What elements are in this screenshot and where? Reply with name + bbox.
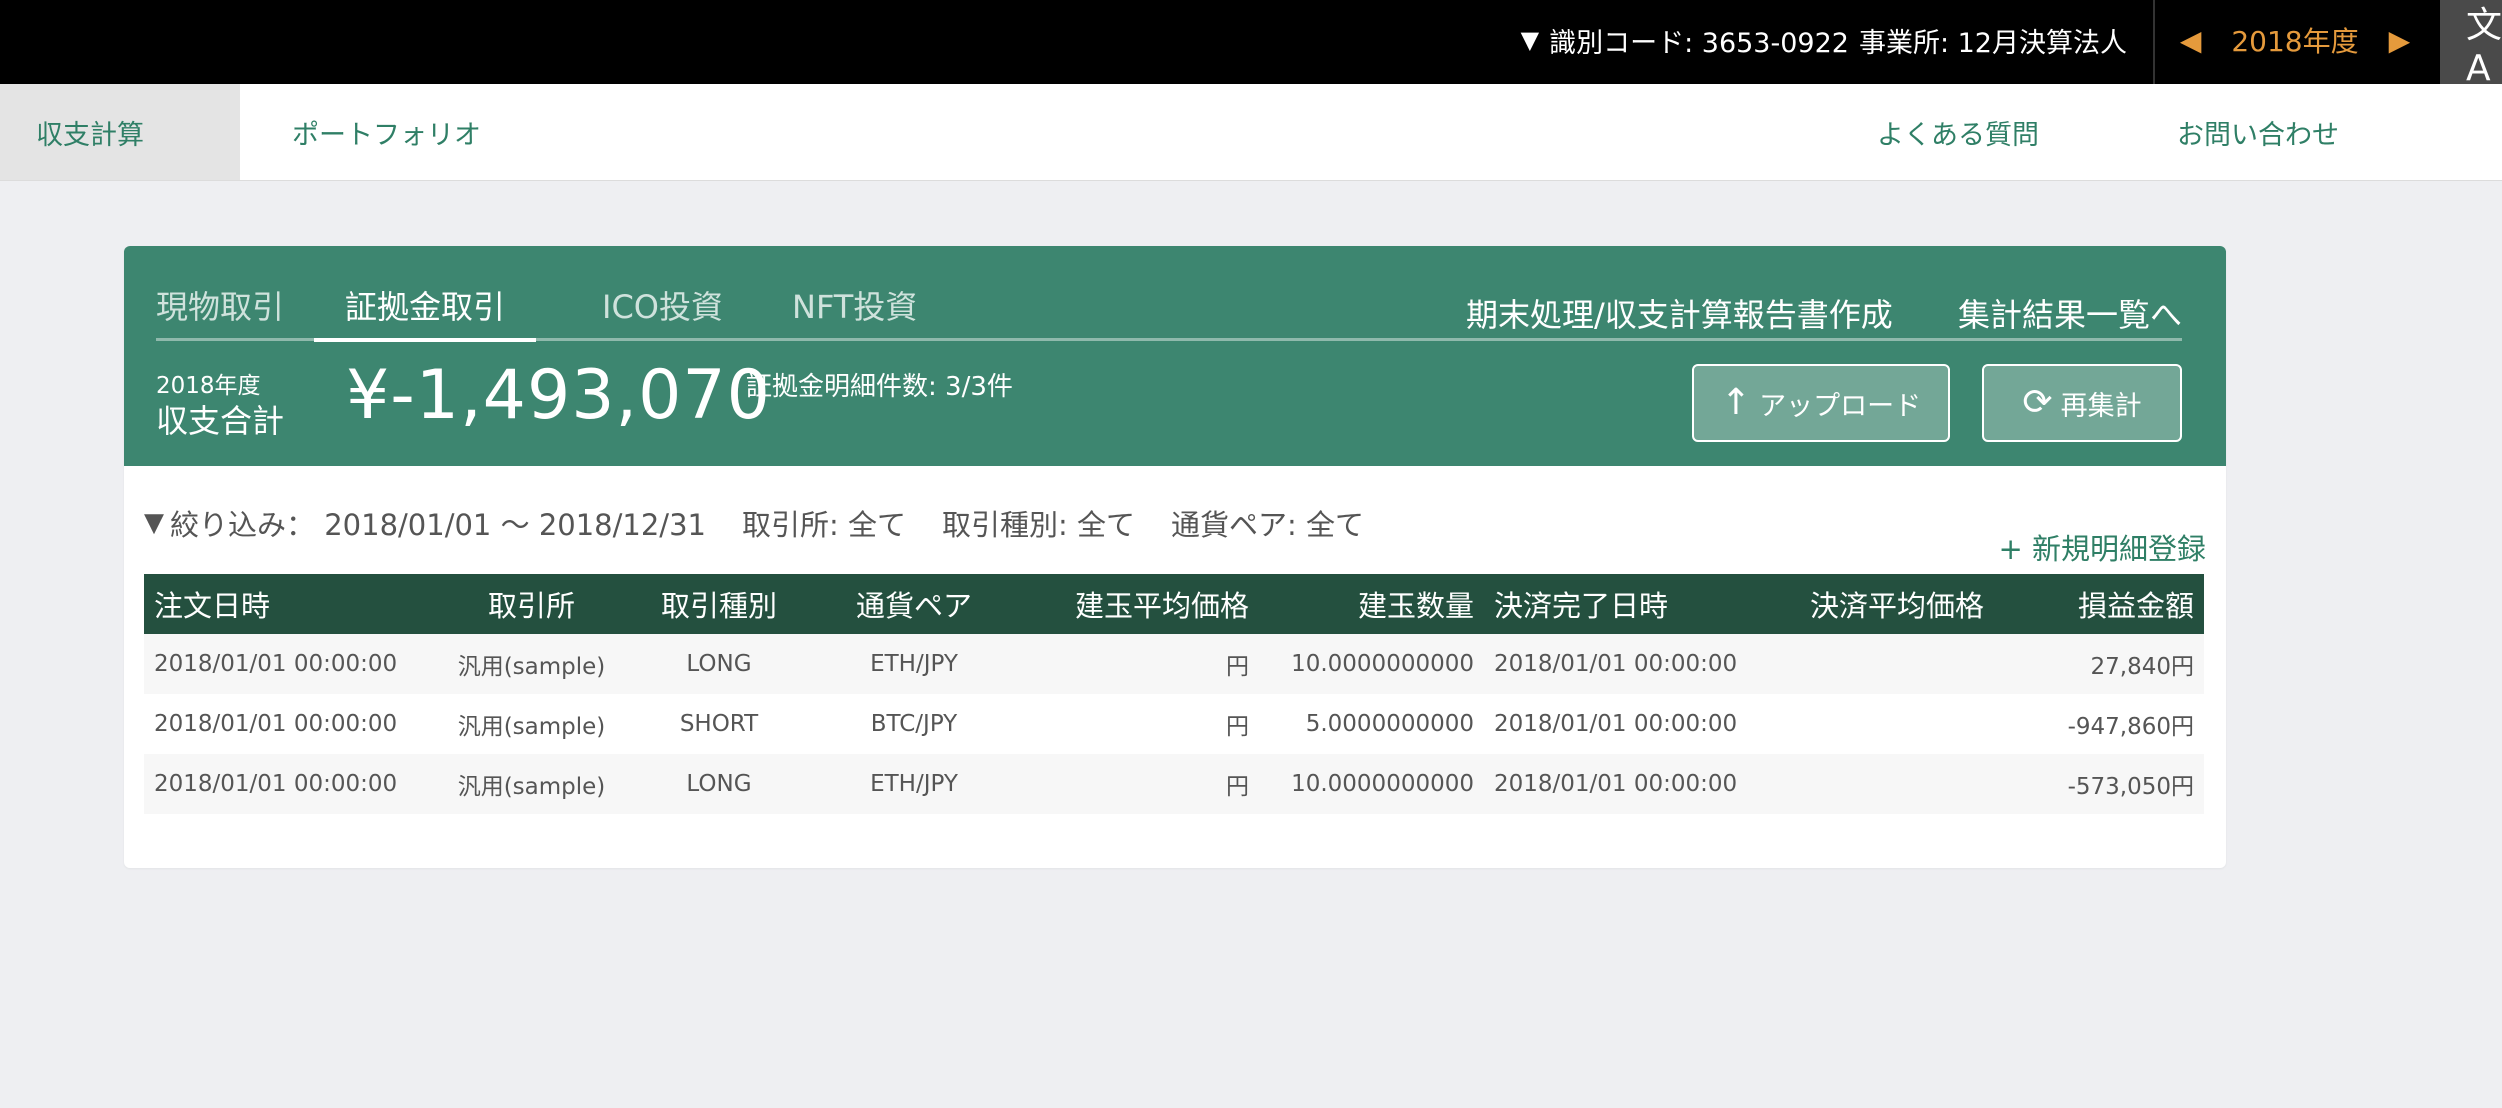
- cell-pair: BTC/JPY: [819, 694, 1009, 754]
- nav-item-income-calc[interactable]: 収支計算: [0, 84, 240, 180]
- main-nav: 収支計算 ポートフォリオ よくある質問 お問い合わせ: [0, 84, 2502, 181]
- filter-trade-type: 取引種別: 全て: [941, 508, 1135, 542]
- year-end-report-link[interactable]: 期末処理/収支計算報告書作成: [1466, 290, 1893, 336]
- col-settle-date[interactable]: 決済完了日時: [1484, 574, 1784, 634]
- cell-pair: ETH/JPY: [819, 754, 1009, 814]
- cell-settle-avg-price: [1784, 754, 1994, 814]
- cell-exchange: 汎用(sample): [444, 634, 619, 694]
- cell-position-qty: 10.0000000000: [1259, 754, 1484, 814]
- cell-position-avg-price: 円: [1009, 634, 1259, 694]
- cell-trade-type: LONG: [619, 634, 819, 694]
- year-selector: ◀ 2018年度 ▶: [2160, 0, 2430, 80]
- filter-icon: ▼: [144, 508, 164, 538]
- filter-bar[interactable]: ▼ 絞り込み： 2018/01/01 〜 2018/12/31 取引所: 全て …: [144, 502, 1364, 544]
- col-position-avg-price[interactable]: 建玉平均価格: [1009, 574, 1259, 634]
- summary-list-link[interactable]: 集計結果一覧へ: [1958, 290, 2182, 336]
- cell-position-qty: 5.0000000000: [1259, 694, 1484, 754]
- prev-year-icon[interactable]: ◀: [2180, 24, 2202, 57]
- recalculate-button[interactable]: ⟳ 再集計: [1982, 364, 2182, 442]
- cell-exchange: 汎用(sample): [444, 754, 619, 814]
- filter-label: 絞り込み： 2018/01/01 〜 2018/12/31: [170, 508, 706, 542]
- detail-count: 証拠金明細件数: 3/3件: [746, 372, 1013, 402]
- tab-spot[interactable]: 現物取引: [156, 282, 306, 338]
- table-row[interactable]: 2018/01/01 00:00:00 汎用(sample) LONG ETH/…: [144, 754, 2204, 814]
- identity-info: ▼ 識別コード: 3653-0922 事業所: 12月決算法人: [1521, 0, 2127, 80]
- cell-order-date: 2018/01/01 00:00:00: [144, 754, 444, 814]
- cell-settle-date: 2018/01/01 00:00:00: [1484, 754, 1784, 814]
- cell-position-qty: 10.0000000000: [1259, 634, 1484, 694]
- tab-margin[interactable]: 証拠金取引: [314, 282, 536, 342]
- arrow-up-icon: ↑: [1720, 382, 1752, 423]
- card-header: 現物取引 証拠金取引 ICO投資 NFT投資 期末処理/収支計算報告書作成 集計…: [124, 246, 2226, 466]
- cell-trade-type: LONG: [619, 754, 819, 814]
- cell-position-avg-price: 円: [1009, 694, 1259, 754]
- fiscal-year-label: 2018年度: [2231, 25, 2359, 58]
- translate-icon[interactable]: 文A: [2440, 0, 2502, 84]
- office-label: 事業所: 12月決算法人: [1858, 27, 2127, 59]
- tab-ico[interactable]: ICO投資: [602, 282, 723, 338]
- table-header-row: 注文日時 取引所 取引種別 通貨ペア 建玉平均価格 建玉数量 決済完了日時 決済…: [144, 574, 2204, 634]
- col-trade-type[interactable]: 取引種別: [619, 574, 819, 634]
- nav-item-contact[interactable]: お問い合わせ: [2177, 84, 2339, 180]
- refresh-icon: ⟳: [2022, 382, 2053, 423]
- col-pair[interactable]: 通貨ペア: [819, 574, 1009, 634]
- cell-order-date: 2018/01/01 00:00:00: [144, 694, 444, 754]
- col-order-date[interactable]: 注文日時: [144, 574, 444, 634]
- upload-button[interactable]: ↑ アップロード: [1692, 364, 1950, 442]
- margin-trade-card: 現物取引 証拠金取引 ICO投資 NFT投資 期末処理/収支計算報告書作成 集計…: [124, 246, 2226, 868]
- table-row[interactable]: 2018/01/01 00:00:00 汎用(sample) LONG ETH/…: [144, 634, 2204, 694]
- dropdown-triangle-icon[interactable]: ▼: [1521, 26, 1539, 54]
- cell-order-date: 2018/01/01 00:00:00: [144, 634, 444, 694]
- margin-trades-table: 注文日時 取引所 取引種別 通貨ペア 建玉平均価格 建玉数量 決済完了日時 決済…: [144, 574, 2204, 814]
- identifier-code: 識別コード: 3653-0922: [1549, 27, 1849, 59]
- cell-settle-avg-price: [1784, 694, 1994, 754]
- cell-pair: ETH/JPY: [819, 634, 1009, 694]
- filter-period: 2018/01/01 〜 2018/12/31: [324, 508, 706, 542]
- filter-exchange: 取引所: 全て: [741, 508, 906, 542]
- nav-item-portfolio[interactable]: ポートフォリオ: [292, 84, 481, 180]
- nav-item-faq[interactable]: よくある質問: [1877, 84, 2039, 180]
- cell-settle-date: 2018/01/01 00:00:00: [1484, 634, 1784, 694]
- filter-pair: 通貨ペア: 全て: [1170, 508, 1364, 542]
- cell-pnl: -947,860円: [1994, 694, 2204, 754]
- col-position-qty[interactable]: 建玉数量: [1259, 574, 1484, 634]
- recalculate-label: 再集計: [2060, 390, 2142, 422]
- total-label: 収支合計: [156, 402, 285, 440]
- col-settle-avg-price[interactable]: 決済平均価格: [1784, 574, 1994, 634]
- next-year-icon[interactable]: ▶: [2389, 24, 2411, 57]
- cell-settle-date: 2018/01/01 00:00:00: [1484, 694, 1784, 754]
- total-year: 2018年度: [156, 373, 261, 399]
- cell-trade-type: SHORT: [619, 694, 819, 754]
- tab-nft[interactable]: NFT投資: [792, 282, 917, 338]
- col-exchange[interactable]: 取引所: [444, 574, 619, 634]
- table-row[interactable]: 2018/01/01 00:00:00 汎用(sample) SHORT BTC…: [144, 694, 2204, 754]
- col-pnl[interactable]: 損益金額: [1994, 574, 2204, 634]
- upload-label: アップロード: [1759, 390, 1922, 422]
- cell-settle-avg-price: [1784, 634, 1994, 694]
- total-value: ¥-1,493,070: [346, 356, 771, 435]
- top-bar: ▼ 識別コード: 3653-0922 事業所: 12月決算法人 ◀ 2018年度…: [0, 0, 2502, 84]
- cell-position-avg-price: 円: [1009, 754, 1259, 814]
- new-entry-link[interactable]: + 新規明細登録: [1998, 526, 2206, 568]
- cell-exchange: 汎用(sample): [444, 694, 619, 754]
- cell-pnl: -573,050円: [1994, 754, 2204, 814]
- divider: [2153, 0, 2155, 84]
- cell-pnl: 27,840円: [1994, 634, 2204, 694]
